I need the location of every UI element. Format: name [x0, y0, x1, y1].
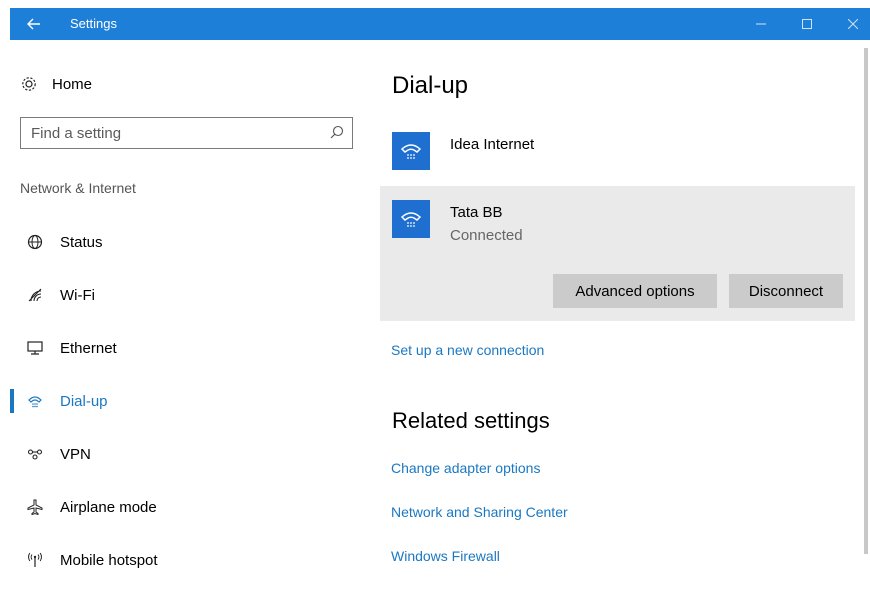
connection-status: Connected	[450, 227, 523, 244]
close-icon	[848, 19, 858, 29]
network-sharing-center-link[interactable]: Network and Sharing Center	[391, 504, 568, 520]
sidebar-item-dialup[interactable]: Dial-up	[10, 381, 365, 421]
sidebar-item-ethernet[interactable]: Ethernet	[10, 328, 365, 368]
search-icon	[330, 125, 344, 139]
maximize-icon	[802, 19, 812, 29]
sidebar-item-label: Airplane mode	[60, 498, 157, 516]
scrollbar[interactable]	[864, 48, 868, 554]
sidebar-item-label: Ethernet	[60, 339, 117, 357]
disconnect-button[interactable]: Disconnect	[729, 274, 843, 308]
ethernet-icon	[24, 337, 46, 359]
dialup-connection-icon	[392, 200, 430, 238]
connection-panel-tata-bb[interactable]: Tata BB Connected Advanced options Disco…	[380, 186, 855, 321]
sidebar-item-label: Wi-Fi	[60, 286, 95, 304]
airplane-icon	[24, 496, 46, 518]
sidebar-item-label: VPN	[60, 445, 91, 463]
sidebar-item-vpn[interactable]: VPN	[10, 434, 365, 474]
setup-connection-link[interactable]: Set up a new connection	[391, 342, 544, 358]
minimize-button[interactable]	[738, 8, 784, 40]
vpn-icon	[24, 443, 46, 465]
title-bar: Settings	[10, 8, 870, 40]
section-label: Network & Internet	[20, 180, 136, 196]
hotspot-icon	[24, 549, 46, 571]
home-label: Home	[52, 75, 93, 93]
page-title: Dial-up	[392, 72, 469, 99]
advanced-options-button[interactable]: Advanced options	[553, 274, 717, 308]
windows-firewall-link[interactable]: Windows Firewall	[391, 548, 500, 564]
sidebar-item-label: Dial-up	[60, 392, 108, 410]
sidebar-item-status[interactable]: Status	[10, 222, 365, 262]
connection-name: Idea Internet	[450, 136, 535, 153]
main-content: Dial-up Idea Internet Tata BB Connected …	[380, 40, 855, 596]
window-title: Settings	[70, 16, 117, 31]
home-item[interactable]: Home	[20, 72, 92, 96]
globe-icon	[24, 231, 46, 253]
maximize-button[interactable]	[784, 8, 830, 40]
active-indicator	[10, 389, 14, 413]
sidebar-item-wifi[interactable]: Wi-Fi	[10, 275, 365, 315]
change-adapter-options-link[interactable]: Change adapter options	[391, 460, 540, 476]
search-box[interactable]	[20, 117, 353, 149]
gear-icon	[22, 77, 36, 91]
close-button[interactable]	[830, 8, 870, 40]
back-arrow-icon	[27, 18, 40, 30]
connection-tata-bb[interactable]: Tata BB Connected	[392, 200, 523, 244]
minimize-icon	[756, 23, 766, 25]
dialup-connection-icon	[392, 132, 430, 170]
related-settings-title: Related settings	[392, 408, 550, 433]
sidebar-item-airplane-mode[interactable]: Airplane mode	[10, 487, 365, 527]
connection-name: Tata BB	[450, 204, 503, 221]
sidebar: Home Network & Internet Status Wi-Fi Eth…	[10, 40, 365, 596]
search-input[interactable]	[21, 118, 311, 148]
back-button[interactable]	[10, 8, 58, 40]
connection-idea-internet[interactable]: Idea Internet	[392, 132, 534, 170]
sidebar-item-label: Status	[60, 233, 103, 251]
sidebar-item-label: Mobile hotspot	[60, 551, 158, 569]
sidebar-item-mobile-hotspot[interactable]: Mobile hotspot	[10, 540, 365, 580]
wifi-icon	[24, 284, 46, 306]
dialup-icon	[24, 390, 46, 412]
